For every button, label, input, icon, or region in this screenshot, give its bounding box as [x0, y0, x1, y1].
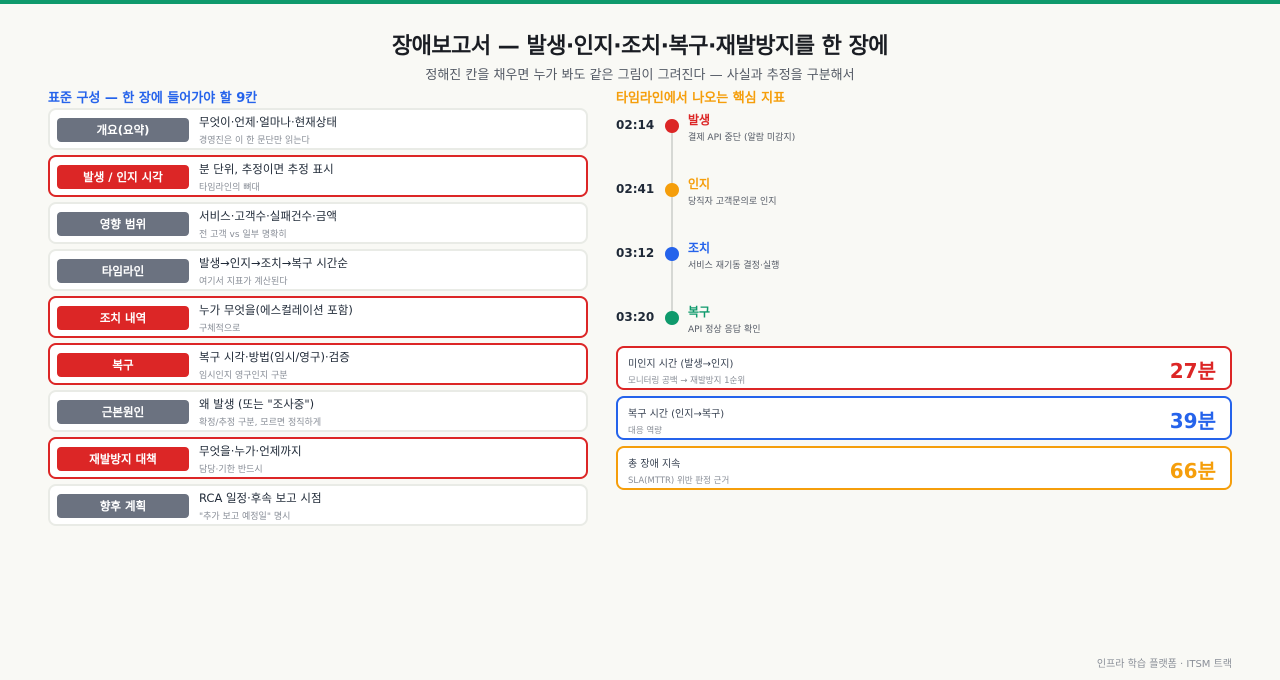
section-main-text: 분 단위, 추정이면 추정 표시 — [199, 162, 334, 176]
metric-value: 39분 — [1169, 409, 1216, 433]
event-label: 발생 — [688, 113, 711, 127]
event-dot — [665, 247, 679, 261]
section-main-text: 복구 시각·방법(임시/영구)·검증 — [199, 350, 350, 364]
section-main-text: 누가 무엇을(에스컬레이션 포함) — [199, 303, 353, 317]
section-row: 근본원인 왜 발생 (또는 "조사중") 확정/추정 구분, 모르면 정직하게 — [48, 390, 588, 432]
section-sub-text: 확정/추정 구분, 모르면 정직하게 — [199, 418, 322, 428]
page-title: 장애보고서 — 발생·인지·조치·복구·재발방지를 한 장에 — [391, 34, 889, 59]
section-badge: 향후 계획 — [57, 494, 189, 518]
metric-sub: 대응 역량 — [628, 426, 662, 436]
timeline-axis — [671, 126, 673, 318]
incident-timeline: 02:14 발생 결제 API 중단 (알람 미감지) 02:41 인지 당직자… — [616, 108, 1236, 338]
section-badge: 타임라인 — [57, 259, 189, 283]
metric-sub: SLA(MTTR) 위반 판정 근거 — [628, 476, 730, 486]
section-badge: 영향 범위 — [57, 212, 189, 236]
section-row: 타임라인 발생→인지→조치→복구 시간순 여기서 지표가 계산된다 — [48, 249, 588, 291]
section-row: 조치 내역 누가 무엇을(에스컬레이션 포함) 구체적으로 — [48, 296, 588, 338]
section-sub-text: 경영진은 이 한 문단만 읽는다 — [199, 136, 310, 146]
section-main-text: 발생→인지→조치→복구 시간순 — [199, 256, 348, 270]
event-description: 서비스 재기동 결정·실행 — [688, 261, 780, 271]
event-label: 인지 — [688, 177, 711, 191]
section-row: 재발방지 대책 무엇을·누가·언제까지 담당·기한 반드시 — [48, 437, 588, 479]
section-row: 개요(요약) 무엇이·언제·얼마나·현재상태 경영진은 이 한 문단만 읽는다 — [48, 108, 588, 150]
event-dot — [665, 311, 679, 325]
section-sub-text: 타임라인의 뼈대 — [199, 183, 260, 193]
section-main-text: 왜 발생 (또는 "조사중") — [199, 397, 315, 411]
metric-card: 복구 시간 (인지→복구) 대응 역량 39분 — [616, 396, 1232, 440]
section-badge: 복구 — [57, 353, 189, 377]
event-description: 결제 API 중단 (알람 미감지) — [688, 133, 796, 143]
section-row: 향후 계획 RCA 일정·후속 보고 시점 "추가 보고 예정일" 명시 — [48, 484, 588, 526]
section-badge: 개요(요약) — [57, 118, 189, 142]
metric-sub: 모니터링 공백 → 재발방지 1순위 — [628, 376, 746, 386]
metric-label: 복구 시간 (인지→복구) — [628, 409, 725, 420]
section-badge: 근본원인 — [57, 400, 189, 424]
section-badge: 조치 내역 — [57, 306, 189, 330]
section-badge: 발생 / 인지 시각 — [57, 165, 189, 189]
event-dot — [665, 119, 679, 133]
top-accent-bar — [0, 0, 1280, 4]
section-badge: 재발방지 대책 — [57, 447, 189, 471]
metric-card: 미인지 시간 (발생→인지) 모니터링 공백 → 재발방지 1순위 27분 — [616, 346, 1232, 390]
timeline-event: 03:20 복구 API 정상 응답 확인 — [616, 300, 1016, 340]
section-sub-text: 임시인지 영구인지 구분 — [199, 371, 288, 381]
metric-value: 66분 — [1169, 459, 1216, 483]
event-time: 03:12 — [616, 246, 655, 260]
event-dot — [665, 183, 679, 197]
page-subtitle: 정해진 칸을 채우면 누가 봐도 같은 그림이 그려진다 — 사실과 추정을 구… — [425, 68, 855, 83]
event-description: API 정상 응답 확인 — [688, 325, 761, 335]
report-sections-list: 개요(요약) 무엇이·언제·얼마나·현재상태 경영진은 이 한 문단만 읽는다 … — [48, 108, 588, 531]
timeline-event: 03:12 조치 서비스 재기동 결정·실행 — [616, 236, 1016, 276]
section-row: 발생 / 인지 시각 분 단위, 추정이면 추정 표시 타임라인의 뼈대 — [48, 155, 588, 197]
event-label: 조치 — [688, 241, 711, 255]
section-row: 복구 복구 시각·방법(임시/영구)·검증 임시인지 영구인지 구분 — [48, 343, 588, 385]
event-time: 03:20 — [616, 310, 655, 324]
section-sub-text: 여기서 지표가 계산된다 — [199, 277, 288, 287]
section-sub-text: 구체적으로 — [199, 324, 241, 334]
footer-credit: 인프라 학습 플랫폼 · ITSM 트랙 — [1096, 659, 1232, 670]
event-time: 02:14 — [616, 118, 655, 132]
section-main-text: 서비스·고객수·실패건수·금액 — [199, 209, 337, 223]
section-sub-text: 전 고객 vs 일부 명확히 — [199, 230, 287, 240]
event-time: 02:41 — [616, 182, 655, 196]
metric-label: 미인지 시간 (발생→인지) — [628, 359, 734, 370]
timeline-event: 02:14 발생 결제 API 중단 (알람 미감지) — [616, 108, 1016, 148]
right-section-title: 타임라인에서 나오는 핵심 지표 — [616, 91, 786, 106]
metric-card: 총 장애 지속 SLA(MTTR) 위반 판정 근거 66분 — [616, 446, 1232, 490]
metric-value: 27분 — [1169, 359, 1216, 383]
left-section-title: 표준 구성 — 한 장에 들어가야 할 9칸 — [48, 91, 258, 106]
event-label: 복구 — [688, 305, 711, 319]
metric-label: 총 장애 지속 — [628, 459, 681, 470]
section-main-text: 무엇을·누가·언제까지 — [199, 444, 302, 458]
section-sub-text: 담당·기한 반드시 — [199, 465, 263, 475]
section-main-text: RCA 일정·후속 보고 시점 — [199, 491, 322, 505]
section-main-text: 무엇이·언제·얼마나·현재상태 — [199, 115, 337, 129]
section-sub-text: "추가 보고 예정일" 명시 — [199, 512, 291, 522]
section-row: 영향 범위 서비스·고객수·실패건수·금액 전 고객 vs 일부 명확히 — [48, 202, 588, 244]
timeline-event: 02:41 인지 당직자 고객문의로 인지 — [616, 172, 1016, 212]
event-description: 당직자 고객문의로 인지 — [688, 197, 777, 207]
